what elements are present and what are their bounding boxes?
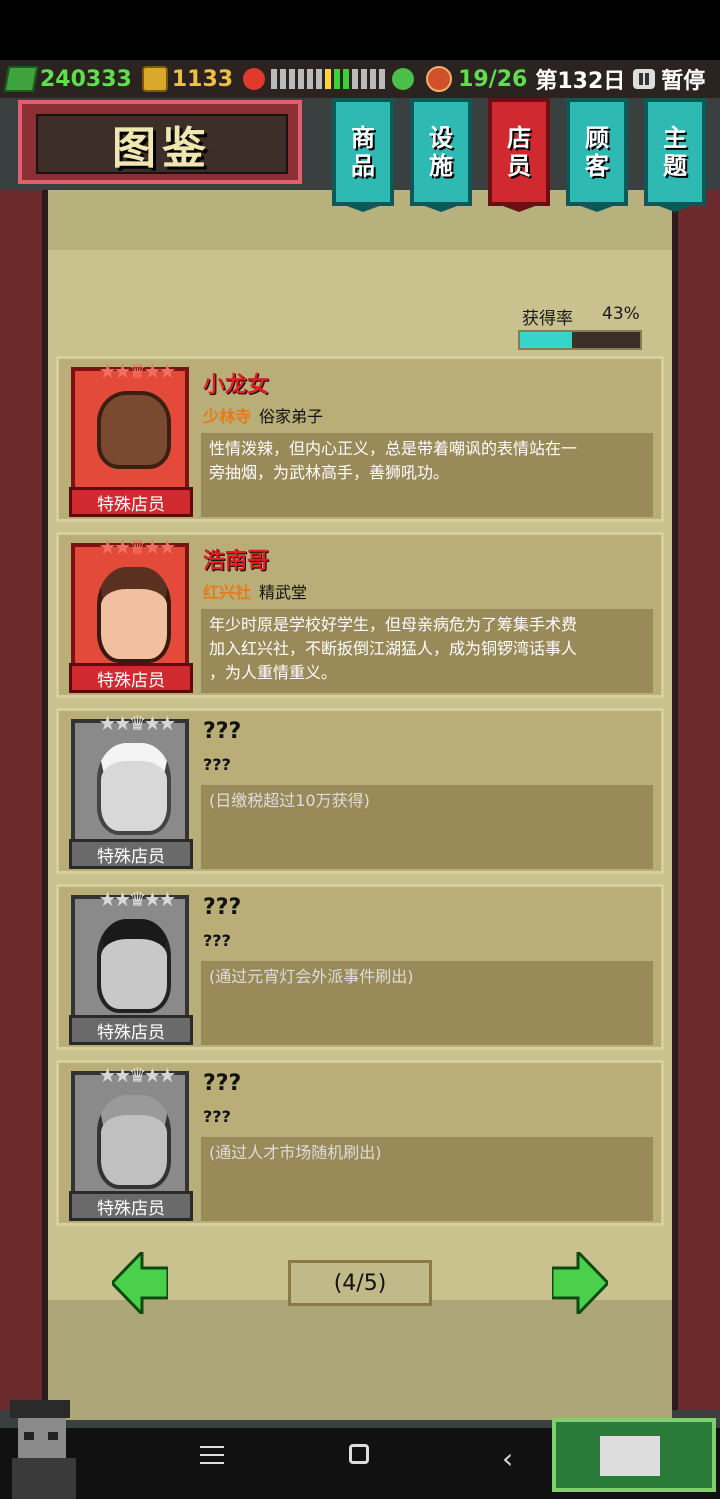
staff-description: (通过元宵灯会外派事件刷出) (201, 961, 653, 1045)
tab-customers[interactable]: 顾 客 (566, 98, 628, 212)
back-icon[interactable]: ‹ (502, 1442, 513, 1475)
staff-card[interactable]: ★★♛★★ 特殊店员 ??? ??? (日缴税超过10万获得) (56, 708, 664, 874)
title-plate: 图鉴 (18, 100, 302, 184)
mood-segment (379, 69, 386, 89)
staff-affiliation: 少林寺 俗家弟子 (203, 407, 324, 426)
rarity-stars: ★★♛★★ (98, 1063, 177, 1087)
pause-label: 暂停 (661, 69, 706, 94)
mood-meter (271, 68, 388, 90)
staff-description: 性情泼辣，但内心正义，总是带着嘲讽的表情站在一 旁抽烟，为武林高手，善狮吼功。 (201, 433, 653, 517)
action-icon (600, 1436, 660, 1476)
character-face (97, 919, 171, 1013)
staff-affiliation: ??? (203, 1107, 231, 1126)
home-icon[interactable] (349, 1444, 369, 1464)
coin-icon (141, 66, 168, 92)
prev-page-button[interactable] (112, 1252, 168, 1314)
staff-value: 19/26 (458, 66, 528, 92)
hud-bar: 240333 1133 19/26 第132日 暂停 (0, 60, 720, 98)
rarity-stars: ★★♛★★ (98, 887, 177, 911)
staff-type-badge: 特殊店员 (69, 839, 193, 869)
acquire-rate-bar (518, 330, 642, 350)
character-face (97, 1095, 171, 1189)
coins-value: 1133 (171, 66, 234, 92)
character-face (97, 567, 171, 663)
staff-count: 19/26 (458, 67, 527, 92)
staff-description: 年少时原是学校好学生，但母亲病危为了筹集手术费 加入红兴社，不断扳倒江湖猛人，成… (201, 609, 653, 693)
staff-portrait: ★★♛★★ 特殊店员 (69, 887, 193, 1045)
mood-segment (298, 69, 305, 89)
staff-description: (日缴税超过10万获得) (201, 785, 653, 869)
page-indicator: (4/5) (288, 1260, 432, 1306)
staff-card[interactable]: ★★♛★★ 特殊店员 小龙女 少林寺 俗家弟子 性情泼辣，但内心正义，总是带着嘲讽… (56, 356, 664, 522)
mood-segment (361, 69, 368, 89)
panel-bottom-shade (48, 1300, 672, 1420)
acquire-rate-value: 43% (602, 304, 640, 324)
staff-portrait: ★★♛★★ 特殊店员 (69, 535, 193, 693)
mascot-character[interactable] (0, 1392, 96, 1499)
page-title: 图鉴 (112, 123, 212, 174)
staff-description: (通过人才市场随机刷出) (201, 1137, 653, 1221)
arrow-right-icon (552, 1252, 608, 1314)
mood-segment (316, 69, 323, 89)
acquire-rate-label: 获得率 (522, 309, 573, 329)
staff-type-badge: 特殊店员 (69, 487, 193, 517)
arrow-left-icon (112, 1252, 168, 1314)
staff-name: 浩南哥 (203, 549, 270, 574)
mood-segment (352, 69, 359, 89)
staff-type-badge: 特殊店员 (69, 663, 193, 693)
tab-themes[interactable]: 主 题 (644, 98, 706, 212)
menu-icon[interactable] (200, 1446, 224, 1466)
staff-type-badge: 特殊店员 (69, 1015, 193, 1045)
happy-face-icon (392, 68, 415, 90)
staff-portrait: ★★♛★★ 特殊店员 (69, 1063, 193, 1221)
cash-value: 240333 (40, 66, 132, 92)
staff-card[interactable]: ★★♛★★ 特殊店员 ??? ??? (通过人才市场随机刷出) (56, 1060, 664, 1226)
mood-segment (280, 69, 287, 89)
staff-affiliation: ??? (203, 931, 231, 950)
staff-icon (426, 66, 453, 92)
pause-button[interactable]: 暂停 (633, 63, 705, 95)
rarity-stars: ★★♛★★ (98, 711, 177, 735)
character-face (97, 743, 171, 835)
acquire-rate-fill (520, 332, 572, 348)
tab-facilities[interactable]: 设 施 (410, 98, 472, 212)
mood-segment (334, 69, 341, 89)
pause-icon (633, 69, 656, 89)
staff-name: ??? (203, 719, 242, 744)
staff-affiliation: 红兴社 精武堂 (203, 583, 308, 602)
next-page-button[interactable] (552, 1252, 608, 1314)
staff-name: 小龙女 (203, 373, 270, 398)
status-bar (0, 0, 720, 60)
mood-segment (325, 69, 332, 89)
staff-name: ??? (203, 1071, 242, 1096)
mood-segment (289, 69, 296, 89)
rarity-stars: ★★♛★★ (98, 535, 177, 559)
character-face (97, 391, 171, 469)
action-button[interactable] (552, 1418, 716, 1492)
staff-affiliation: ??? (203, 755, 231, 774)
mood-segment (307, 69, 314, 89)
staff-card[interactable]: ★★♛★★ 特殊店员 ??? ??? (通过元宵灯会外派事件刷出) (56, 884, 664, 1050)
mood-segment (370, 69, 377, 89)
staff-name: ??? (203, 895, 242, 920)
day-counter: 第132日 (535, 69, 626, 94)
cash-icon (3, 66, 39, 92)
staff-type-badge: 特殊店员 (69, 1191, 193, 1221)
staff-portrait: ★★♛★★ 特殊店员 (69, 359, 193, 517)
angry-face-icon (243, 68, 266, 90)
left-ornament-border (0, 190, 48, 1410)
mood-segment (343, 69, 350, 89)
staff-portrait: ★★♛★★ 特殊店员 (69, 711, 193, 869)
coins-display: 1133 (141, 66, 234, 92)
tab-staff[interactable]: 店 员 (488, 98, 550, 212)
staff-card[interactable]: ★★♛★★ 特殊店员 浩南哥 红兴社 精武堂 年少时原是学校好学生，但母亲病危为了… (56, 532, 664, 698)
rarity-stars: ★★♛★★ (98, 359, 177, 383)
tab-goods[interactable]: 商 品 (332, 98, 394, 212)
right-ornament-border (672, 190, 720, 1410)
cash-display: 240333 (3, 66, 132, 92)
mood-segment (271, 69, 278, 89)
